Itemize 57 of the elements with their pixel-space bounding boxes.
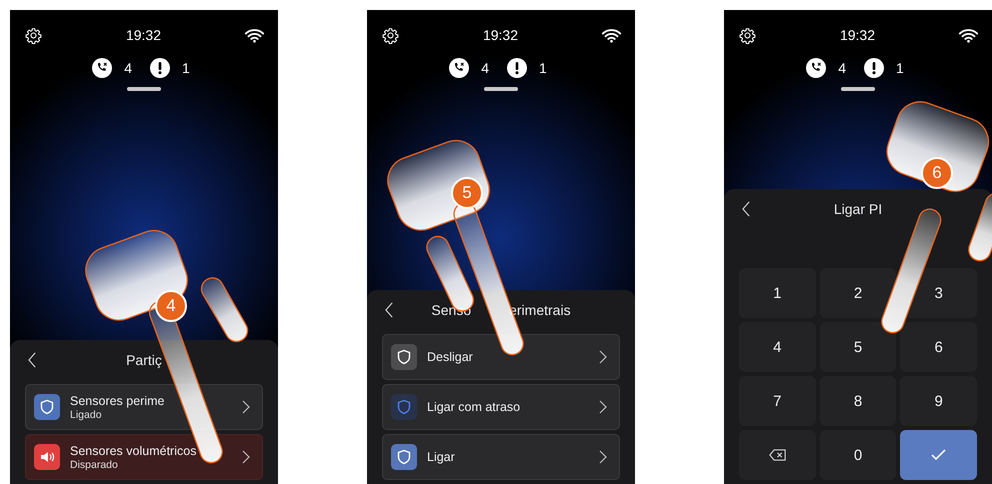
drag-handle[interactable] <box>484 87 518 91</box>
digit-key[interactable]: 7 <box>739 376 816 426</box>
drag-handle[interactable] <box>841 87 875 91</box>
missed-call-count: 4 <box>838 60 846 76</box>
chevron-right-icon <box>599 350 607 364</box>
digit-key[interactable]: 6 <box>900 322 977 372</box>
item-title: Ligar com atraso <box>427 400 522 414</box>
digit-key[interactable]: 5 <box>820 322 896 372</box>
alert-count: 1 <box>539 60 547 76</box>
digit-key[interactable]: 1 <box>739 268 816 318</box>
alert-icon[interactable] <box>507 58 527 78</box>
settings-icon[interactable] <box>739 26 756 44</box>
item-title: Sensores volumétricos <box>70 444 198 458</box>
list-item[interactable]: Desligar <box>382 334 620 380</box>
digit-key[interactable]: 0 <box>820 430 896 480</box>
list-item[interactable]: Ligar <box>382 434 620 480</box>
clock-time: 19:32 <box>126 27 162 43</box>
missed-call-icon[interactable] <box>806 58 826 78</box>
chevron-right-icon <box>242 450 250 464</box>
missed-call-count: 4 <box>124 60 132 76</box>
check-icon <box>930 449 948 461</box>
digit-key[interactable]: 4 <box>739 322 816 372</box>
list-item[interactable]: Sensores volumétricos Disparado <box>25 434 263 480</box>
wifi-icon <box>958 28 978 42</box>
item-status: Disparado <box>70 458 119 470</box>
digit-key[interactable]: 9 <box>900 376 977 426</box>
item-title: Desligar <box>427 350 474 364</box>
list-item[interactable]: Sensores perime Ligado <box>25 384 263 430</box>
item-title: Ligar <box>427 450 456 464</box>
sheet-title: Ligar PI <box>834 201 882 217</box>
missed-call-count: 4 <box>481 60 489 76</box>
sheet-title: Partiç <box>126 352 162 368</box>
back-icon[interactable] <box>28 352 37 368</box>
wifi-icon <box>602 28 621 42</box>
chevron-right-icon <box>599 450 607 464</box>
backspace-icon <box>768 449 786 461</box>
clock-time: 19:32 <box>482 27 518 43</box>
item-title: Sensores perime <box>70 394 166 408</box>
alert-icon[interactable] <box>864 58 884 78</box>
missed-call-icon[interactable] <box>449 58 470 78</box>
settings-icon[interactable] <box>382 26 399 44</box>
list-item[interactable]: Ligar com atraso <box>382 384 620 430</box>
alert-icon[interactable] <box>150 58 170 78</box>
settings-icon[interactable] <box>25 26 42 44</box>
alert-count: 1 <box>896 60 904 76</box>
back-icon[interactable] <box>742 201 751 217</box>
drag-handle[interactable] <box>127 87 161 91</box>
wifi-icon <box>244 28 264 42</box>
clock-time: 19:32 <box>840 27 876 43</box>
chevron-right-icon <box>599 400 607 414</box>
item-status: Ligado <box>70 408 103 420</box>
digit-key[interactable]: 2 <box>820 268 896 318</box>
back-icon[interactable] <box>385 302 394 318</box>
missed-call-icon[interactable] <box>92 58 112 78</box>
chevron-right-icon <box>242 400 250 414</box>
digit-key[interactable]: 8 <box>820 376 896 426</box>
alert-count: 1 <box>182 60 190 76</box>
